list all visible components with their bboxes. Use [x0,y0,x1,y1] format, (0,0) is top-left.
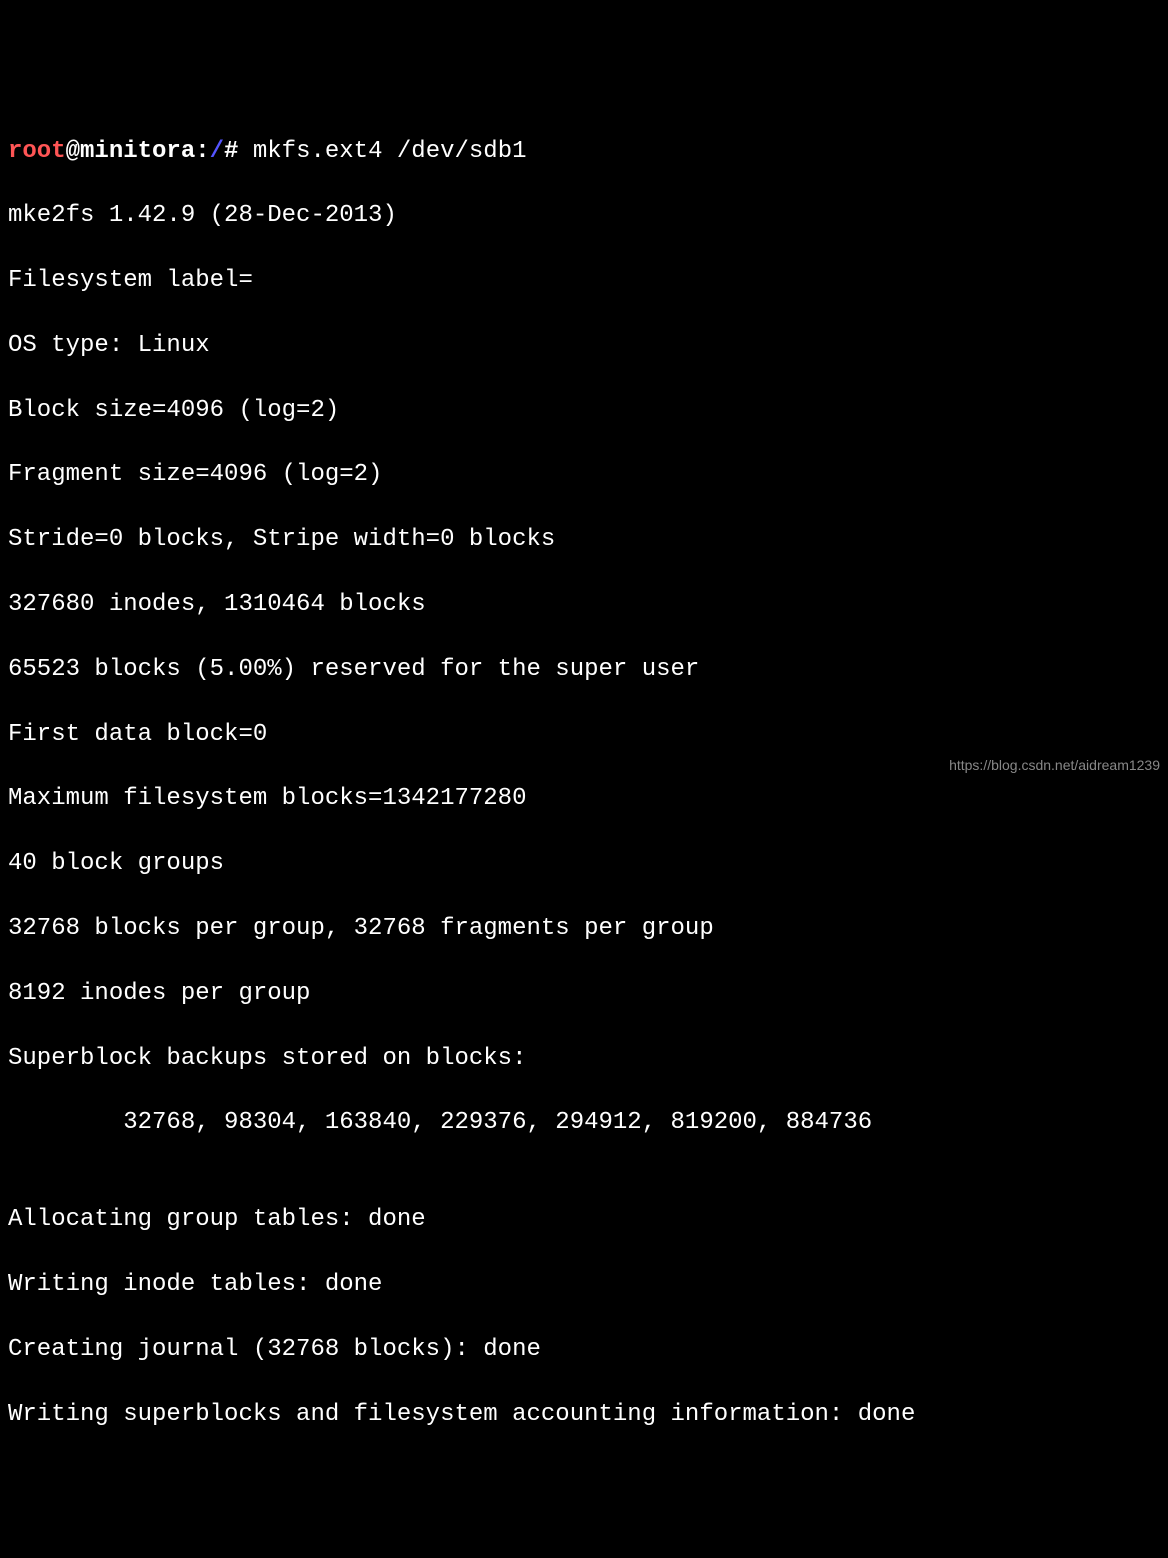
output-line: Allocating group tables: done [8,1204,1160,1236]
prompt-user: root [8,138,66,165]
output-line: Stride=0 blocks, Stripe width=0 blocks [8,524,1160,556]
terminal-line-prompt[interactable]: root@minitora:/# mkfs.ext4 /dev/sdb1 [8,136,1160,168]
output-line: Block size=4096 (log=2) [8,395,1160,427]
output-line: 32768, 98304, 163840, 229376, 294912, 81… [8,1107,1160,1139]
prompt-hash: # [224,138,253,165]
output-line: 32768 blocks per group, 32768 fragments … [8,913,1160,945]
output-line: Maximum filesystem blocks=1342177280 [8,783,1160,815]
output-line: OS type: Linux [8,330,1160,362]
output-line: 40 block groups [8,848,1160,880]
output-line: Writing superblocks and filesystem accou… [8,1399,1160,1431]
prompt-at: @ [66,138,80,165]
prompt-path: / [210,138,224,165]
output-line: Writing inode tables: done [8,1269,1160,1301]
prompt-command: mkfs.ext4 /dev/sdb1 [253,138,527,165]
output-line: 327680 inodes, 1310464 blocks [8,589,1160,621]
watermark-text: https://blog.csdn.net/aidream1239 [949,756,1160,775]
output-line: Superblock backups stored on blocks: [8,1043,1160,1075]
output-line: First data block=0 [8,719,1160,751]
output-line: Filesystem label= [8,265,1160,297]
output-line: 65523 blocks (5.00%) reserved for the su… [8,654,1160,686]
prompt-host: minitora [80,138,195,165]
prompt-sep: : [195,138,209,165]
output-line: 8192 inodes per group [8,978,1160,1010]
output-line: Creating journal (32768 blocks): done [8,1334,1160,1366]
output-line: mke2fs 1.42.9 (28-Dec-2013) [8,200,1160,232]
output-line: Fragment size=4096 (log=2) [8,459,1160,491]
